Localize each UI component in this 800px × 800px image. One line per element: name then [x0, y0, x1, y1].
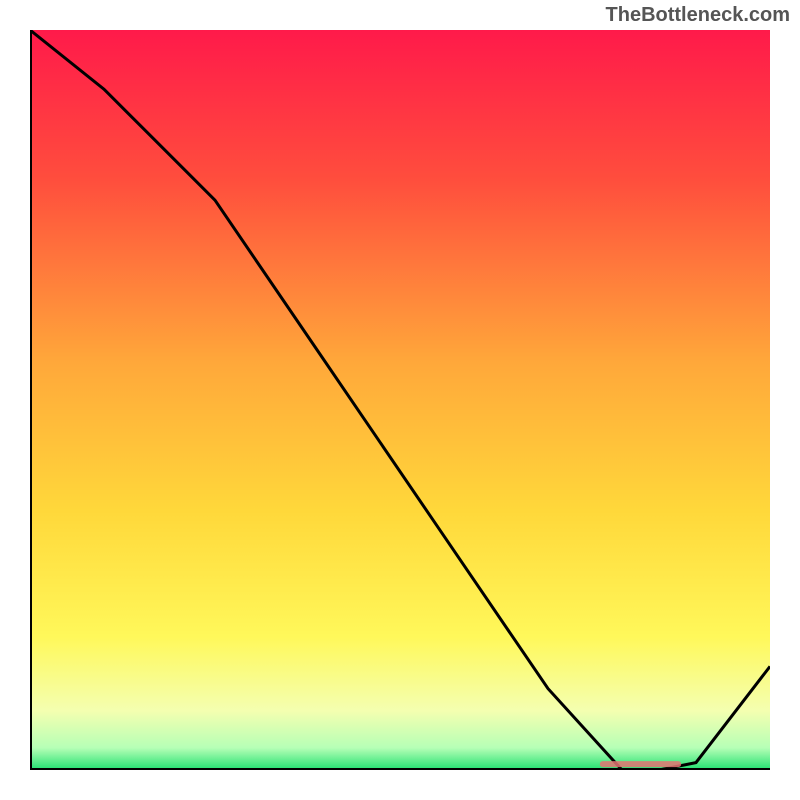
chart-background: [30, 30, 770, 770]
optimal-marker: [600, 761, 681, 767]
bottleneck-chart: [30, 30, 770, 770]
watermark-label: TheBottleneck.com: [606, 4, 790, 27]
